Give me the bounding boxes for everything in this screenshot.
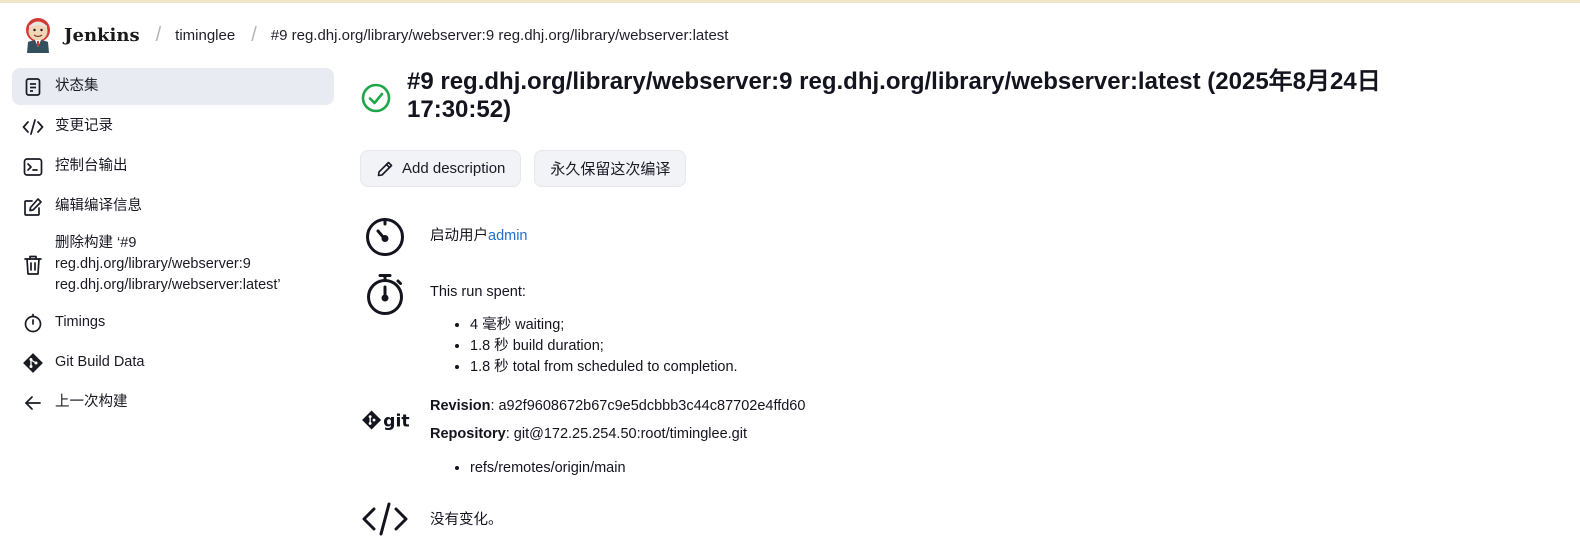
revision-label: Revision bbox=[430, 398, 491, 414]
add-description-button[interactable]: Add description bbox=[360, 150, 522, 187]
sidebar-item-status[interactable]: 状态集 bbox=[12, 68, 334, 105]
main-content: #9 reg.dhj.org/library/webserver:9 reg.d… bbox=[360, 64, 1540, 536]
jenkins-logo-icon[interactable] bbox=[22, 16, 54, 54]
git-repository: Repository: git@172.25.254.50:root/timin… bbox=[430, 424, 805, 445]
started-by-text: 启动用户admin bbox=[430, 212, 528, 262]
list-item: 1.8 秒 total from scheduled to completion… bbox=[470, 357, 738, 378]
arrow-left-icon bbox=[22, 392, 44, 414]
keep-forever-button[interactable]: 永久保留这次编译 bbox=[534, 150, 687, 187]
timings-list: 4 毫秒 waiting; 1.8 秒 build duration; 1.8 … bbox=[430, 315, 738, 378]
sidebar-item-console-output[interactable]: 控制台输出 bbox=[12, 148, 334, 185]
pencil-icon bbox=[377, 161, 393, 176]
success-check-icon bbox=[361, 83, 391, 113]
list-item: 1.8 秒 build duration; bbox=[470, 336, 738, 357]
started-by-section: 启动用户admin bbox=[360, 212, 528, 262]
terminal-icon bbox=[22, 156, 44, 178]
git-refs-list: refs/remotes/origin/main bbox=[430, 458, 805, 479]
git-text: Revision: a92f9608672b67c9e5dcbbb3c44c87… bbox=[430, 396, 805, 479]
top-border bbox=[0, 0, 1580, 3]
git-icon bbox=[22, 352, 44, 374]
sidebar-item-previous-build[interactable]: 上一次构建 bbox=[12, 384, 334, 421]
sidebar-item-label: 控制台输出 bbox=[55, 158, 128, 174]
timings-text: This run spent: 4 毫秒 waiting; 1.8 秒 buil… bbox=[430, 270, 738, 378]
add-description-label: Add description bbox=[402, 160, 506, 177]
git-logo-icon: git bbox=[360, 396, 410, 446]
sidebar-item-label: Timings bbox=[55, 314, 106, 330]
code-icon bbox=[22, 116, 44, 138]
keep-forever-label: 永久保留这次编译 bbox=[550, 161, 671, 178]
build-title-row: #9 reg.dhj.org/library/webserver:9 reg.d… bbox=[360, 64, 1540, 124]
sidebar-item-label: 编辑编译信息 bbox=[55, 198, 142, 214]
clock-icon bbox=[360, 212, 410, 262]
edit-icon bbox=[22, 196, 44, 218]
sidebar: 状态集 变更记录 控制台输出 编辑编译信息 删除构建 ‘#9 reg.dhj.o… bbox=[12, 68, 334, 424]
sidebar-item-timings[interactable]: Timings bbox=[12, 304, 334, 341]
code-icon bbox=[360, 494, 410, 544]
jenkins-brand[interactable]: Jenkins bbox=[64, 25, 140, 46]
sidebar-item-label: 删除构建 ‘#9 reg.dhj.org/library/webserver:9… bbox=[55, 235, 281, 293]
trash-icon bbox=[22, 254, 44, 276]
sidebar-item-label: 状态集 bbox=[55, 78, 99, 94]
sidebar-item-git-build-data[interactable]: Git Build Data bbox=[12, 344, 334, 381]
changes-section: 没有变化。 bbox=[360, 494, 503, 544]
sidebar-item-changes[interactable]: 变更记录 bbox=[12, 108, 334, 145]
sidebar-item-label: Git Build Data bbox=[55, 354, 145, 370]
revision-value: : a92f9608672b67c9e5dcbbb3c44c87702e4ffd… bbox=[490, 398, 806, 414]
breadcrumb-job[interactable]: timinglee bbox=[175, 27, 235, 44]
repository-value: : git@172.25.254.50:root/timinglee.git bbox=[505, 426, 747, 442]
sidebar-item-label: 上一次构建 bbox=[55, 394, 128, 410]
stopwatch-icon bbox=[22, 312, 44, 334]
page-title: #9 reg.dhj.org/library/webserver:9 reg.d… bbox=[407, 68, 1381, 123]
git-logo-text: git bbox=[383, 412, 410, 432]
sidebar-item-label: 变更记录 bbox=[55, 118, 113, 134]
timings-heading: This run spent: bbox=[430, 284, 526, 300]
document-icon bbox=[22, 76, 44, 98]
sidebar-item-delete-build[interactable]: 删除构建 ‘#9 reg.dhj.org/library/webserver:9… bbox=[12, 228, 334, 301]
stopwatch-icon bbox=[360, 270, 410, 320]
breadcrumb-separator: / bbox=[155, 23, 162, 46]
git-revision: Revision: a92f9608672b67c9e5dcbbb3c44c87… bbox=[430, 396, 805, 417]
breadcrumb-build[interactable]: #9 reg.dhj.org/library/webserver:9 reg.d… bbox=[271, 27, 729, 44]
timings-section: This run spent: 4 毫秒 waiting; 1.8 秒 buil… bbox=[360, 270, 738, 378]
list-item: 4 毫秒 waiting; bbox=[470, 315, 738, 336]
started-by-prefix: 启动用户 bbox=[430, 228, 488, 244]
sidebar-item-edit-build-info[interactable]: 编辑编译信息 bbox=[12, 188, 334, 225]
list-item: refs/remotes/origin/main bbox=[470, 458, 805, 479]
changes-text: 没有变化。 bbox=[430, 512, 503, 528]
started-by-user-link[interactable]: admin bbox=[488, 228, 528, 244]
page-header: Jenkins / timinglee / #9 reg.dhj.org/lib… bbox=[22, 14, 728, 56]
repository-label: Repository bbox=[430, 426, 506, 442]
git-section: git Revision: a92f9608672b67c9e5dcbbb3c4… bbox=[360, 396, 805, 479]
action-buttons: Add description 永久保留这次编译 bbox=[360, 150, 1540, 187]
breadcrumb-separator: / bbox=[251, 23, 257, 46]
